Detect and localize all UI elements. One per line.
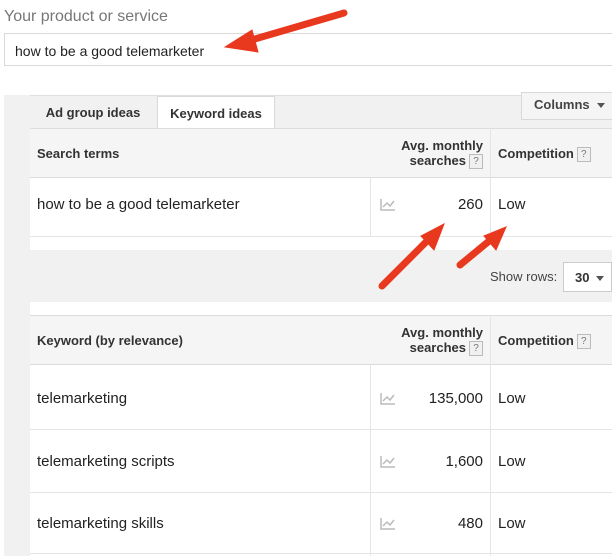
column-divider — [370, 178, 371, 236]
row-divider — [30, 553, 612, 554]
tab-ad-group-ideas[interactable]: Ad group ideas — [30, 96, 156, 128]
columns-button[interactable]: Columns — [521, 92, 612, 120]
dropdown-caret-icon — [596, 276, 605, 282]
avg-searches-line1: Avg. monthly — [401, 138, 483, 153]
rows-per-page-select[interactable]: 30 — [563, 262, 612, 292]
show-rows-label: Show rows: — [490, 269, 558, 284]
searches-value: 480 — [457, 515, 483, 532]
avg-searches-col-header[interactable]: Avg. monthly searches? — [390, 138, 483, 170]
competition-col-label: Competition — [498, 146, 574, 161]
competition-value: Low — [498, 515, 526, 532]
trend-chart-icon[interactable] — [380, 517, 396, 530]
avg-searches-col-header[interactable]: Avg. monthly searches? — [390, 325, 483, 357]
column-divider — [490, 128, 491, 236]
searches-value: 260 — [457, 196, 483, 213]
search-terms-col-header: Search terms — [37, 146, 120, 161]
trend-chart-icon[interactable] — [380, 455, 396, 468]
column-divider — [370, 365, 371, 556]
row-divider — [30, 429, 612, 430]
tab-keyword-ideas[interactable]: Keyword ideas — [157, 96, 275, 128]
competition-col-header[interactable]: Competition? — [498, 146, 591, 163]
help-icon[interactable]: ? — [576, 334, 591, 350]
keyword-text: telemarketing — [37, 390, 128, 407]
keyword-col-header: Keyword (by relevance) — [37, 333, 183, 348]
keyword-text: telemarketing scripts — [37, 453, 175, 470]
rows-per-page-value: 30 — [575, 270, 590, 285]
keyword-text: telemarketing skills — [37, 515, 164, 532]
searches-value: 1,600 — [445, 453, 483, 470]
competition-col-label: Competition — [498, 333, 574, 348]
competition-value: Low — [498, 390, 526, 407]
competition-col-header[interactable]: Competition? — [498, 333, 591, 350]
left-rail — [4, 95, 30, 556]
search-term-text: how to be a good telemarketer — [37, 196, 240, 213]
trend-chart-icon[interactable] — [380, 198, 396, 211]
dropdown-caret-icon — [596, 103, 605, 109]
help-icon[interactable]: ? — [469, 154, 483, 170]
searches-value: 135,000 — [428, 390, 483, 407]
avg-searches-line2: searches — [409, 340, 466, 355]
columns-button-label: Columns — [534, 97, 590, 112]
trend-chart-icon[interactable] — [380, 392, 396, 405]
avg-searches-line1: Avg. monthly — [401, 325, 483, 340]
row-divider — [30, 236, 612, 237]
competition-value: Low — [498, 453, 526, 470]
avg-searches-line2: searches — [409, 153, 466, 168]
product-label: Your product or service — [4, 8, 168, 25]
product-input[interactable]: how to be a good telemarketer — [4, 33, 612, 66]
row-divider — [30, 492, 612, 493]
column-divider — [490, 315, 491, 556]
help-icon[interactable]: ? — [469, 341, 483, 357]
competition-value: Low — [498, 196, 526, 213]
help-icon[interactable]: ? — [576, 147, 591, 163]
